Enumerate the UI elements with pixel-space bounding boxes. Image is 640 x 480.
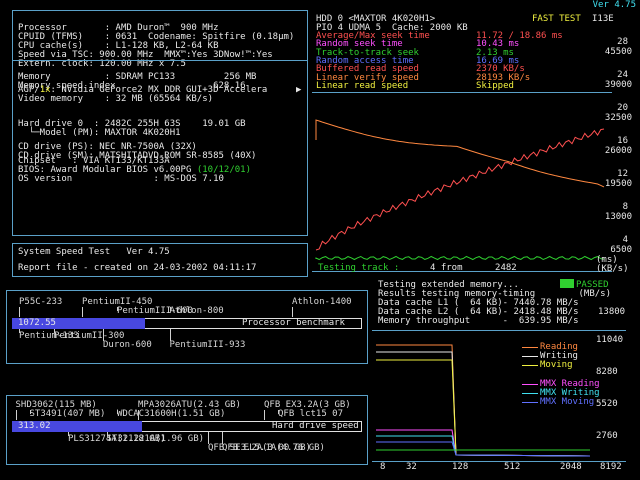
hdd-axis-label: 16 (617, 136, 628, 146)
hdd-axis-label: 39000 (604, 80, 632, 90)
tick-mark (29, 410, 31, 414)
cache-x-label: 2048 (560, 462, 582, 472)
tick-mark (264, 410, 265, 420)
tick-mark (15, 410, 17, 420)
i13e-label: I13E (592, 14, 614, 24)
proc-top-label: Athlon-1400 (292, 297, 352, 307)
cache-y-label: 5520 (596, 399, 618, 409)
legend-swatch (522, 384, 538, 385)
cache-x-label: 32 (406, 462, 417, 472)
cache-y-label: 8280 (596, 367, 618, 377)
proc-top-label: WDCAC31600H(1.51 GB) (117, 409, 226, 419)
tick-mark (68, 432, 69, 436)
legend-swatch (522, 347, 538, 348)
cache-line5: Memory throughput - 639.95 MB/s (378, 316, 579, 326)
hd-label: Hard drive speed (272, 421, 359, 431)
hdd-axis-label: 6500 (610, 245, 632, 255)
tick-mark (278, 410, 279, 414)
tick-mark (169, 329, 171, 341)
cache-right-top: 13800 (598, 307, 626, 317)
proc-label: Processor benchmark (242, 318, 345, 328)
passed-bar (560, 279, 574, 288)
hdd-graph-frame (312, 92, 612, 272)
hdd-axis-label: 28 (617, 37, 628, 47)
tick-mark (117, 307, 118, 311)
speed-test-title: System Speed Test Ver 4.75 (18, 247, 170, 257)
cache-x-label: 128 (452, 462, 469, 472)
hdd-stat-label: Linear read speed (316, 80, 430, 91)
legend-swatch (522, 402, 538, 403)
version-label: Ver 4.75 (592, 0, 636, 10)
arrow-right-icon[interactable]: ▶ (296, 86, 301, 95)
tick-mark (117, 410, 118, 414)
cache-x-label: 8 (380, 462, 386, 472)
tick-mark (138, 410, 139, 420)
video-line: Video memory : 32 MB (65564 KB/s) (18, 94, 214, 104)
legend-swatch (522, 393, 538, 394)
tick-mark (292, 307, 293, 317)
cache-x-label: 512 (504, 462, 521, 472)
legend-label: MMX Moving (540, 397, 595, 407)
hdd-axis-label: 45500 (604, 47, 632, 57)
hdd-stat-value: Skipped (476, 80, 514, 91)
tick-mark (103, 329, 104, 341)
hdd-axis-label: 12 (617, 169, 628, 179)
hdd-axis-label: 24 (617, 70, 628, 80)
proc-top-label: Athlon-800 (169, 306, 224, 316)
tick-mark (19, 329, 20, 333)
proc-bottom-label: Duron-600 (103, 340, 152, 350)
tick-mark (169, 307, 171, 311)
divider (13, 60, 307, 61)
proc-top-label: PentiumII-450 (82, 297, 153, 307)
hdd-axis-label: 26000 (604, 146, 632, 156)
legend-swatch (522, 356, 538, 357)
hdd-axis-label: 20 (617, 103, 628, 113)
proc-top-label: P55C-233 (19, 297, 63, 307)
proc-top-label: QFB lct15 07 (278, 409, 344, 419)
hd-value: 313.02 (18, 421, 51, 431)
hdd-axis-label: 13000 (604, 212, 632, 222)
os-line: OS version : MS-DOS 7.10 (18, 174, 224, 184)
proc-top-label: ST3491(407 MB) (29, 409, 106, 419)
hdd-axis-label: 19500 (604, 179, 632, 189)
fast-test-label: FAST TEST (532, 14, 581, 24)
kbs-unit: (KB/s) (596, 264, 629, 274)
testing-track-value: 4 from 2482 (430, 263, 517, 273)
tick-mark (208, 432, 209, 444)
cache-x-label: 8192 (600, 462, 622, 472)
proc-value: 1072.55 (18, 318, 56, 328)
hdd-axis-label: 8 (622, 202, 628, 212)
proc-bottom-label: PLS31274A(1.18 GB) (68, 434, 166, 444)
proc-bottom-label: Pentium-133 (19, 331, 79, 341)
proc-bottom-label: QFB SE3.2A(3.00 GB) (208, 443, 311, 453)
cache-y-label: 11040 (596, 335, 624, 345)
hdd-axis-label: 32500 (604, 113, 632, 123)
tick-mark (19, 307, 20, 317)
report-line: Report file - created on 24-03-2002 04:1… (18, 263, 257, 273)
tick-mark (82, 307, 83, 317)
testing-track-label: Testing track : (318, 263, 400, 273)
legend-label: Moving (540, 360, 573, 370)
proc-bottom-label: PentiumIII-933 (169, 340, 246, 350)
proc-top-label: MPA3026ATU(2.43 GB) (138, 400, 241, 410)
cache-y-label: 2760 (596, 431, 618, 441)
legend-swatch (522, 365, 538, 366)
hdd-axis-label: 4 (622, 235, 628, 245)
